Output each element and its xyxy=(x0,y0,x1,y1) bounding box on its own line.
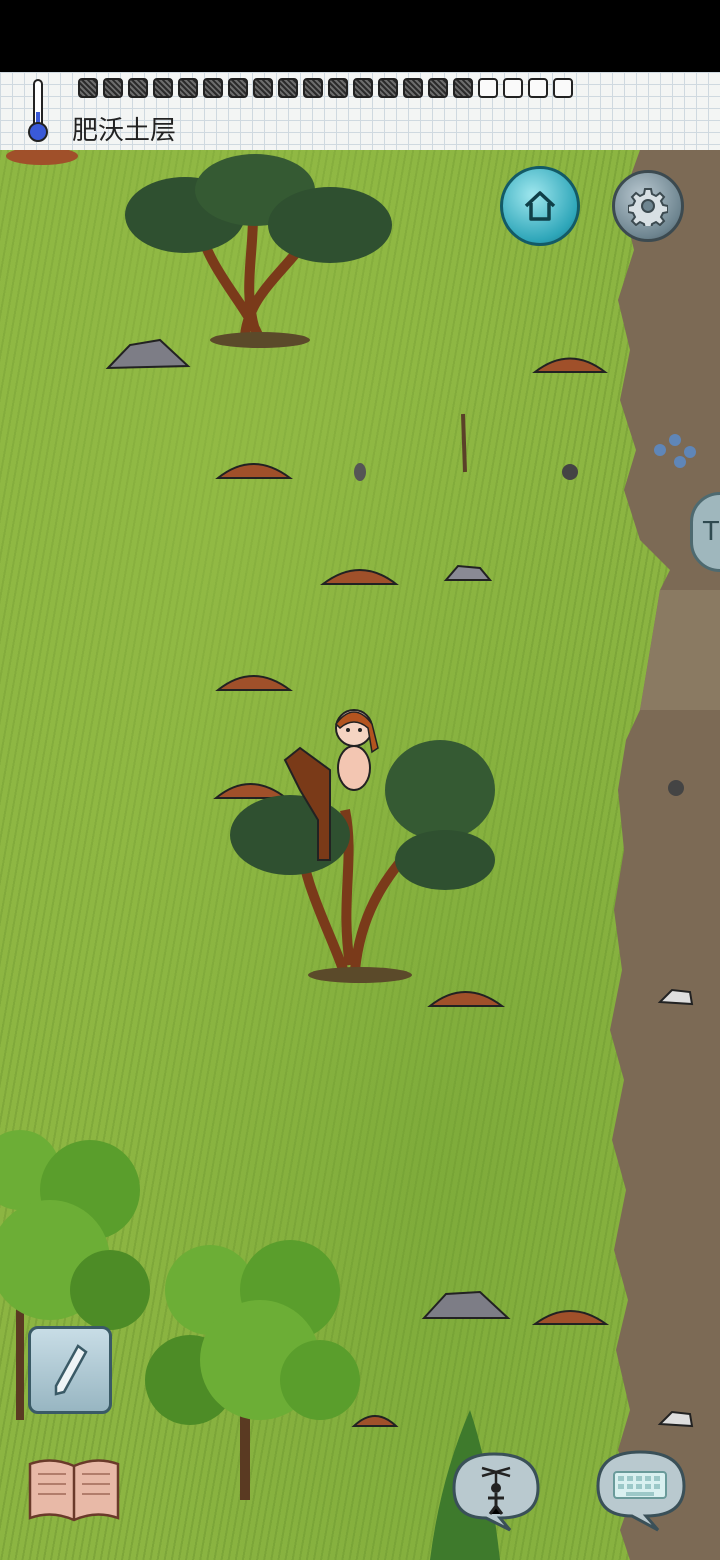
dirt-mound[interactable] xyxy=(213,783,289,799)
pine-tree[interactable] xyxy=(125,154,392,348)
rock[interactable] xyxy=(657,1410,694,1428)
player-character[interactable] xyxy=(335,709,379,791)
flint[interactable] xyxy=(354,463,366,481)
dirt-mound[interactable] xyxy=(215,463,293,479)
dirt-mound[interactable] xyxy=(532,357,608,373)
hunger-pip-full xyxy=(328,78,348,98)
dirt-mound[interactable] xyxy=(427,991,505,1007)
book-icon xyxy=(28,1459,120,1522)
hunger-pip-empty xyxy=(528,78,548,98)
rock[interactable] xyxy=(443,564,493,581)
keyboard-icon xyxy=(596,1450,686,1532)
status-bar xyxy=(0,0,720,72)
dirt-mound[interactable] xyxy=(351,1415,399,1427)
hunger-pip-full xyxy=(253,78,273,98)
biome-label: 肥沃土层 xyxy=(72,116,177,146)
hunger-pip-full xyxy=(428,78,448,98)
thermometer-icon xyxy=(28,79,48,142)
broadleaf-tree[interactable] xyxy=(145,1240,360,1500)
hunger-pip-full xyxy=(453,78,473,98)
home-button[interactable] xyxy=(500,166,580,246)
hunger-pip-full xyxy=(378,78,398,98)
dirt-mound[interactable] xyxy=(531,1310,610,1325)
pencil-button[interactable] xyxy=(28,1326,112,1414)
hunger-pip-full xyxy=(203,78,223,98)
round-stone[interactable] xyxy=(562,464,578,480)
pencil-icon xyxy=(54,1344,88,1396)
rock[interactable] xyxy=(421,1290,511,1319)
side-tab-letter: T xyxy=(703,517,719,547)
hunger-pip-full xyxy=(178,78,198,98)
recipe-book-button[interactable] xyxy=(26,1452,122,1528)
dirt-mound xyxy=(6,150,78,165)
gear-icon xyxy=(628,188,668,226)
hunger-pip-full xyxy=(153,78,173,98)
settings-button[interactable] xyxy=(612,170,684,242)
home-icon xyxy=(524,191,556,221)
berry-bush[interactable] xyxy=(654,434,696,468)
rock[interactable] xyxy=(657,988,694,1006)
puppet-icon xyxy=(452,1452,540,1532)
hunger-pip-full xyxy=(228,78,248,98)
hunger-pip-full xyxy=(78,78,98,98)
stick[interactable] xyxy=(461,413,467,473)
hunger-pip-full xyxy=(278,78,298,98)
hunger-pip-full xyxy=(103,78,123,98)
dirt-mound[interactable] xyxy=(215,675,293,691)
hunger-pip-empty xyxy=(503,78,523,98)
emote-button[interactable] xyxy=(444,1448,548,1532)
rock[interactable] xyxy=(105,338,191,370)
dirt-mound[interactable] xyxy=(320,569,399,585)
hunger-pip-full xyxy=(128,78,148,98)
hunger-pip-full xyxy=(353,78,373,98)
chat-keyboard-button[interactable] xyxy=(588,1446,692,1532)
hunger-pip-full xyxy=(403,78,423,98)
round-stone[interactable] xyxy=(668,780,684,796)
hud-bar: 肥沃土层 xyxy=(0,72,720,150)
hunger-pip-empty xyxy=(478,78,498,98)
hunger-pip-full xyxy=(303,78,323,98)
hunger-pip-empty xyxy=(553,78,573,98)
hunger-meter xyxy=(78,78,573,98)
